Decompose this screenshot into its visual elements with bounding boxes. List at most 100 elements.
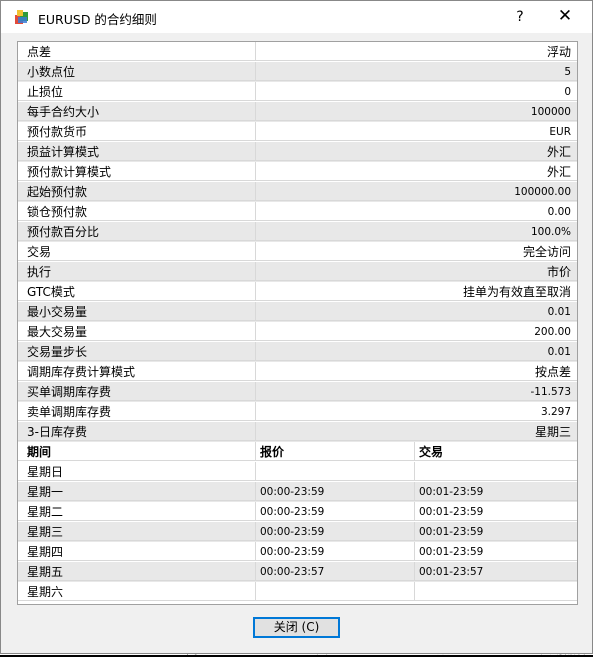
property-row[interactable]: 3-日库存费 星期三 xyxy=(18,422,577,442)
property-value: 100000.00 xyxy=(256,182,577,201)
property-value: 按点差 xyxy=(256,362,577,381)
property-name: 每手合约大小 xyxy=(18,102,256,121)
property-row[interactable]: 止损位 0 xyxy=(18,82,577,102)
session-trade xyxy=(415,582,577,601)
property-name: 最小交易量 xyxy=(18,302,256,321)
session-quote: 00:00-23:59 xyxy=(256,522,415,541)
sessions-header-row: 期间 报价 交易 xyxy=(18,442,577,462)
session-day: 星期一 xyxy=(18,482,256,501)
session-day: 星期五 xyxy=(18,562,256,581)
session-row[interactable]: 星期六 xyxy=(18,582,577,602)
session-trade: 00:01-23:59 xyxy=(415,522,577,541)
property-value: 外汇 xyxy=(256,142,577,161)
session-day: 星期三 xyxy=(18,522,256,541)
property-name: 预付款计算模式 xyxy=(18,162,256,181)
property-value: 0.01 xyxy=(256,342,577,361)
session-day: 星期六 xyxy=(18,582,256,601)
close-button[interactable]: 关闭 (C) xyxy=(253,617,340,638)
session-row[interactable]: 星期二 00:00-23:59 00:01-23:59 xyxy=(18,502,577,522)
property-value: 3.297 xyxy=(256,402,577,421)
property-name: 卖单调期库存费 xyxy=(18,402,256,421)
property-name: 调期库存费计算模式 xyxy=(18,362,256,381)
quote-header: 报价 xyxy=(256,442,415,461)
property-value: 外汇 xyxy=(256,162,577,181)
property-name: 预付款百分比 xyxy=(18,222,256,241)
property-row[interactable]: 预付款百分比 100.0% xyxy=(18,222,577,242)
property-name: 起始预付款 xyxy=(18,182,256,201)
session-quote xyxy=(256,582,415,601)
session-trade: 00:01-23:57 xyxy=(415,562,577,581)
session-row[interactable]: 星期日 xyxy=(18,462,577,482)
session-trade xyxy=(415,462,577,481)
trade-header: 交易 xyxy=(415,442,577,461)
property-value: 100.0% xyxy=(256,222,577,241)
property-name: 锁仓预付款 xyxy=(18,202,256,221)
property-row[interactable]: GTC模式 挂单为有效直至取消 xyxy=(18,282,577,302)
title-bar: EURUSD 的合约细则 ? ✕ xyxy=(1,1,592,33)
property-name: 损益计算模式 xyxy=(18,142,256,161)
property-row[interactable]: 损益计算模式 外汇 xyxy=(18,142,577,162)
help-button[interactable]: ? xyxy=(498,1,542,33)
property-value: 100000 xyxy=(256,102,577,121)
property-name: 止损位 xyxy=(18,82,256,101)
property-name: 执行 xyxy=(18,262,256,281)
session-row[interactable]: 星期五 00:00-23:57 00:01-23:57 xyxy=(18,562,577,582)
property-value: -11.573 xyxy=(256,382,577,401)
session-quote: 00:00-23:59 xyxy=(256,502,415,521)
property-row[interactable]: 交易量步长 0.01 xyxy=(18,342,577,362)
property-row[interactable]: 交易 完全访问 xyxy=(18,242,577,262)
session-quote xyxy=(256,462,415,481)
property-row[interactable]: 最大交易量 200.00 xyxy=(18,322,577,342)
session-row[interactable]: 星期四 00:00-23:59 00:01-23:59 xyxy=(18,542,577,562)
property-row[interactable]: 卖单调期库存费 3.297 xyxy=(18,402,577,422)
property-value: 挂单为有效直至取消 xyxy=(256,282,577,301)
session-day: 星期二 xyxy=(18,502,256,521)
property-name: 预付款货币 xyxy=(18,122,256,141)
property-name: 点差 xyxy=(18,42,256,61)
session-day: 星期日 xyxy=(18,462,256,481)
session-quote: 00:00-23:57 xyxy=(256,562,415,581)
session-quote: 00:00-23:59 xyxy=(256,482,415,501)
property-name: 3-日库存费 xyxy=(18,422,256,441)
property-row[interactable]: 调期库存费计算模式 按点差 xyxy=(18,362,577,382)
property-row[interactable]: 预付款货币 EUR xyxy=(18,122,577,142)
session-trade: 00:01-23:59 xyxy=(415,502,577,521)
property-name: 买单调期库存费 xyxy=(18,382,256,401)
property-row[interactable]: 小数点位 5 xyxy=(18,62,577,82)
session-trade: 00:01-23:59 xyxy=(415,482,577,501)
property-row[interactable]: 预付款计算模式 外汇 xyxy=(18,162,577,182)
symbol-specification-dialog: EURUSD 的合约细则 ? ✕ 点差 浮动 小数点位 5 止损位 0 每手合约大小 1000… xyxy=(0,0,593,654)
app-icon xyxy=(15,10,28,24)
session-quote: 00:00-23:59 xyxy=(256,542,415,561)
property-name: GTC模式 xyxy=(18,282,256,301)
session-row[interactable]: 星期一 00:00-23:59 00:01-23:59 xyxy=(18,482,577,502)
property-row[interactable]: 点差 浮动 xyxy=(18,42,577,62)
property-value: 星期三 xyxy=(256,422,577,441)
property-row[interactable]: 锁仓预付款 0.00 xyxy=(18,202,577,222)
property-value: 市价 xyxy=(256,262,577,281)
property-value: 0.01 xyxy=(256,302,577,321)
property-name: 小数点位 xyxy=(18,62,256,81)
property-value: 完全访问 xyxy=(256,242,577,261)
property-row[interactable]: 执行 市价 xyxy=(18,262,577,282)
property-row[interactable]: 起始预付款 100000.00 xyxy=(18,182,577,202)
property-row[interactable]: 买单调期库存费 -11.573 xyxy=(18,382,577,402)
session-day: 星期四 xyxy=(18,542,256,561)
session-trade: 00:01-23:59 xyxy=(415,542,577,561)
property-value: EUR xyxy=(256,122,577,141)
session-row[interactable]: 星期三 00:00-23:59 00:01-23:59 xyxy=(18,522,577,542)
property-name: 交易量步长 xyxy=(18,342,256,361)
window-title: EURUSD 的合约细则 xyxy=(38,12,157,27)
property-row[interactable]: 每手合约大小 100000 xyxy=(18,102,577,122)
property-value: 5 xyxy=(256,62,577,81)
close-icon[interactable]: ✕ xyxy=(542,1,588,33)
property-value: 200.00 xyxy=(256,322,577,341)
specification-grid[interactable]: 点差 浮动 小数点位 5 止损位 0 每手合约大小 100000 预付款货币 EUR 损益计算模式外… xyxy=(17,41,578,605)
property-name: 最大交易量 xyxy=(18,322,256,341)
property-value: 0.00 xyxy=(256,202,577,221)
property-row[interactable]: 最小交易量 0.01 xyxy=(18,302,577,322)
property-value: 0 xyxy=(256,82,577,101)
property-value: 浮动 xyxy=(256,42,577,61)
period-header: 期间 xyxy=(18,442,256,461)
property-name: 交易 xyxy=(18,242,256,261)
